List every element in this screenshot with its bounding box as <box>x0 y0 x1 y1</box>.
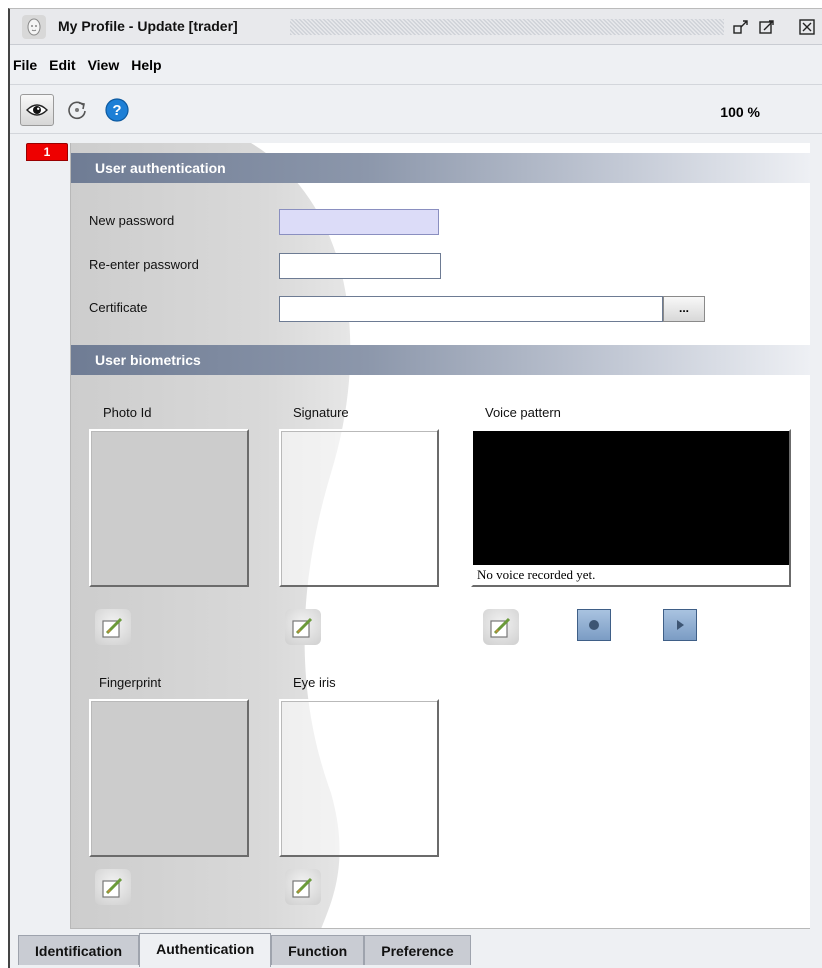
detach-icon[interactable] <box>732 18 750 36</box>
eye-iris-box[interactable] <box>279 699 439 857</box>
menu-view[interactable]: View <box>83 57 125 73</box>
face-logo-icon <box>22 15 46 39</box>
page-indicator[interactable]: 1 <box>26 143 68 161</box>
toolbar: ? 100 % <box>10 86 822 134</box>
photo-id-box[interactable] <box>89 429 249 587</box>
menu-edit[interactable]: Edit <box>44 57 80 73</box>
new-password-field[interactable] <box>279 209 439 235</box>
voice-edit-icon[interactable] <box>483 609 519 645</box>
tab-identification[interactable]: Identification <box>18 935 140 965</box>
eye-iris-label: Eye iris <box>293 675 336 690</box>
svg-text:?: ? <box>112 102 121 119</box>
title-bar-pattern <box>290 19 724 35</box>
eye-icon[interactable] <box>20 94 54 126</box>
tab-preference[interactable]: Preference <box>364 935 471 965</box>
refresh-icon[interactable] <box>60 94 94 126</box>
maximize-icon[interactable] <box>758 18 776 36</box>
reenter-password-field[interactable] <box>279 253 441 279</box>
fingerprint-box[interactable] <box>89 699 249 857</box>
new-password-label: New password <box>89 213 175 228</box>
bottom-tab-bar: Identification Authentication Function P… <box>10 933 822 968</box>
voice-pattern-box: No voice recorded yet. <box>471 429 791 587</box>
menu-bar: File Edit View Help <box>10 45 822 85</box>
help-icon[interactable]: ? <box>100 94 134 126</box>
signature-label: Signature <box>293 405 349 420</box>
tab-function[interactable]: Function <box>271 935 365 965</box>
reenter-password-label: Re-enter password <box>89 257 199 272</box>
menu-file[interactable]: File <box>10 57 42 73</box>
title-bar: My Profile - Update [trader] <box>10 9 822 45</box>
section-header-biometrics: User biometrics <box>71 345 810 375</box>
menu-help[interactable]: Help <box>126 57 166 73</box>
certificate-browse-button[interactable]: ... <box>663 296 705 322</box>
voice-pattern-label: Voice pattern <box>485 405 561 420</box>
profile-window: My Profile - Update [trader] File Edit V… <box>8 8 822 968</box>
fingerprint-edit-icon[interactable] <box>95 869 131 905</box>
close-icon[interactable] <box>798 18 816 36</box>
tab-authentication[interactable]: Authentication <box>139 933 272 967</box>
section-header-authentication: User authentication <box>71 153 810 183</box>
certificate-field[interactable] <box>279 296 663 322</box>
zoom-level: 100 % <box>720 104 760 120</box>
signature-edit-icon[interactable] <box>285 609 321 645</box>
window-title: My Profile - Update [trader] <box>58 18 238 34</box>
photo-id-label: Photo Id <box>103 405 152 420</box>
photo-edit-icon[interactable] <box>95 609 131 645</box>
fingerprint-label: Fingerprint <box>99 675 162 690</box>
signature-box[interactable] <box>279 429 439 587</box>
voice-status-text: No voice recorded yet. <box>473 565 789 585</box>
play-icon[interactable] <box>663 609 697 641</box>
eye-iris-edit-icon[interactable] <box>285 869 321 905</box>
certificate-label: Certificate <box>89 300 148 315</box>
record-icon[interactable] <box>577 609 611 641</box>
authentication-panel: User authentication New password Re-ente… <box>70 143 810 929</box>
